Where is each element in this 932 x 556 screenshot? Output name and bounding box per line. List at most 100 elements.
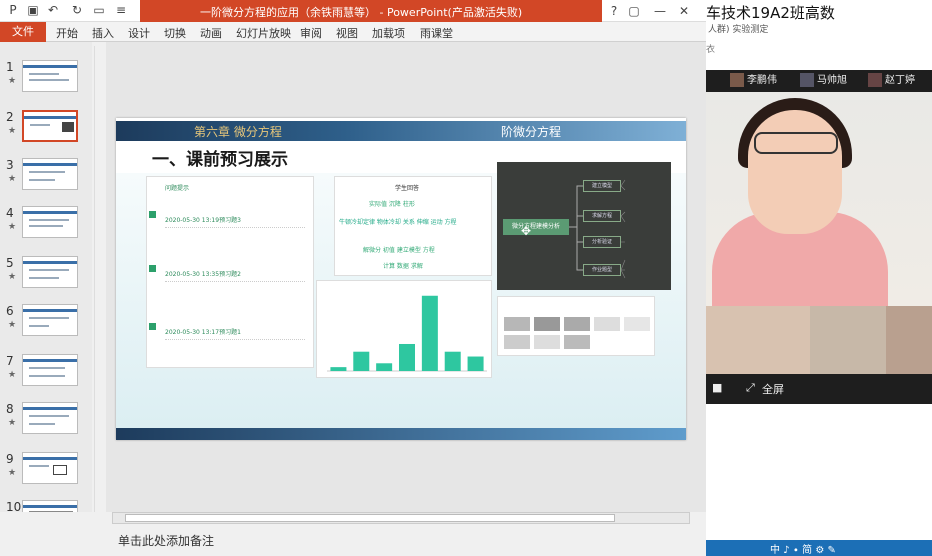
tab-slideshow[interactable]: 幻灯片放映 bbox=[236, 25, 291, 41]
thumbnail-image bbox=[22, 402, 78, 434]
avatar bbox=[868, 73, 882, 87]
star-icon: ★ bbox=[8, 174, 17, 184]
slide-edit-area: 第六章 微分方程 阶微分方程 一、课前预习展示 问题提示 2020-05-30 … bbox=[106, 42, 706, 512]
minimize-button[interactable]: — bbox=[650, 2, 670, 20]
question-detail bbox=[165, 281, 305, 301]
slide-number: 6 bbox=[6, 304, 14, 318]
slide-canvas[interactable]: 第六章 微分方程 阶微分方程 一、课前预习展示 问题提示 2020-05-30 … bbox=[116, 118, 686, 440]
tab-insert[interactable]: 插入 bbox=[92, 25, 114, 41]
teacher-video[interactable] bbox=[706, 92, 932, 306]
fullscreen-label[interactable]: 全屏 bbox=[762, 381, 784, 397]
chat-panel bbox=[706, 404, 932, 540]
slide-thumbnail-pane: 1★ 2★ 3★ 4★ 5★ 6★ 7★ 8★ 9★ 10★ bbox=[0, 42, 92, 542]
bar-chart bbox=[327, 295, 487, 372]
bar-2 bbox=[353, 351, 370, 371]
slide-number: 2 bbox=[6, 110, 14, 124]
ribbon-tabs: 文件 开始 插入 设计 切换 动画 幻灯片放映 审阅 视图 加载项 雨课堂 bbox=[0, 22, 706, 42]
question-item: 2020-05-30 13:19预习题3 bbox=[165, 217, 241, 224]
bar-7 bbox=[467, 356, 484, 371]
slide-thumbnail[interactable]: 5 ★ bbox=[4, 256, 92, 300]
star-icon: ★ bbox=[8, 370, 17, 380]
student-video[interactable] bbox=[810, 306, 886, 374]
tab-transitions[interactable]: 切换 bbox=[164, 25, 186, 41]
present-icon[interactable]: ▭ bbox=[92, 3, 106, 17]
help-button[interactable]: ? bbox=[604, 2, 624, 20]
slide-thumbnail[interactable]: 7 ★ bbox=[4, 354, 92, 398]
meeting-panel: 车技术19A2班高数 人群) 实验测定 衣 李鹏伟 马帅旭 赵丁婷 ■ ⤢ 全屏… bbox=[706, 0, 932, 556]
avatar bbox=[800, 73, 814, 87]
participant-name: 赵丁婷 bbox=[885, 75, 915, 86]
title-bar: P ▣ ↶ ↻ ▭ ≡ 一阶微分方程的应用（余铁雨慧等） - PowerPoin… bbox=[0, 0, 706, 22]
close-button[interactable]: ✕ bbox=[674, 2, 694, 20]
tab-rain-classroom[interactable]: 雨课堂 bbox=[420, 25, 453, 41]
tab-home[interactable]: 开始 bbox=[56, 25, 78, 41]
participant[interactable]: 赵丁婷 bbox=[868, 73, 915, 89]
slide-thumbnail[interactable]: 4 ★ bbox=[4, 206, 92, 250]
slide-thumbnail[interactable]: 6 ★ bbox=[4, 304, 92, 348]
answer-word: 实际值 沉降 柱形 bbox=[369, 201, 415, 208]
video-controls: ■ ⤢ 全屏 bbox=[706, 374, 932, 404]
answer-wordcloud: 学生回答 实际值 沉降 柱形 牛顿冷却定律 物体冷却 关系 伸缩 运动 方程 解… bbox=[334, 176, 492, 276]
ime-toolbar[interactable]: 中 ♪ ∙ 简 ⚙ ✎ bbox=[770, 541, 836, 556]
bar-5 bbox=[421, 295, 438, 371]
star-icon: ★ bbox=[8, 272, 17, 282]
bottom-area: 单击此处添加备注 bbox=[0, 512, 706, 556]
star-icon: ★ bbox=[8, 320, 17, 330]
answer-word: 牛顿冷却定律 物体冷却 关系 伸缩 运动 方程 bbox=[339, 219, 457, 226]
thumbnail-image bbox=[22, 256, 78, 288]
app-icon: P bbox=[9, 3, 17, 17]
slide-thumbnail[interactable]: 9 ★ bbox=[4, 452, 92, 496]
check-icon bbox=[149, 265, 156, 272]
fullscreen-icon[interactable]: ⤢ bbox=[746, 381, 755, 395]
bar-chart-card bbox=[316, 280, 492, 378]
avatar bbox=[730, 73, 744, 87]
photo-gallery bbox=[497, 296, 655, 356]
section-title: 阶微分方程 bbox=[501, 125, 562, 139]
question-card-header: 问题提示 bbox=[165, 185, 190, 192]
ribbon-display-button[interactable]: ▢ bbox=[624, 2, 644, 20]
participant-name: 马帅旭 bbox=[817, 75, 847, 86]
slide-number: 8 bbox=[6, 402, 14, 416]
tab-animations[interactable]: 动画 bbox=[200, 25, 222, 41]
slide-thumbnail[interactable]: 8 ★ bbox=[4, 402, 92, 446]
slide-heading: 一、课前预习展示 bbox=[152, 150, 288, 170]
question-card: 问题提示 2020-05-30 13:19预习题3 2020-05-30 13:… bbox=[146, 176, 314, 368]
check-icon bbox=[149, 323, 156, 330]
powerpoint-window: P ▣ ↶ ↻ ▭ ≡ 一阶微分方程的应用（余铁雨慧等） - PowerPoin… bbox=[0, 0, 706, 556]
star-icon: ★ bbox=[8, 76, 17, 86]
participant[interactable]: 马帅旭 bbox=[800, 73, 847, 89]
answer-word: 解微分 初值 建立模型 方程 bbox=[363, 247, 435, 254]
answer-header: 学生回答 bbox=[395, 185, 420, 192]
slide-thumbnail-selected[interactable]: 2 ★ bbox=[4, 110, 92, 154]
tab-view[interactable]: 视图 bbox=[336, 25, 358, 41]
notes-placeholder[interactable]: 单击此处添加备注 bbox=[118, 532, 214, 549]
question-item: 2020-05-30 13:35预习题2 bbox=[165, 271, 241, 278]
scroll-thumb[interactable] bbox=[125, 514, 615, 522]
undo-icon[interactable]: ↶ bbox=[46, 3, 60, 17]
slide-thumbnail[interactable]: 3 ★ bbox=[4, 158, 92, 202]
save-icon[interactable]: ▣ bbox=[26, 3, 40, 17]
star-icon: ★ bbox=[8, 222, 17, 232]
class-tag: 衣 bbox=[706, 45, 716, 55]
thumbnail-image bbox=[22, 110, 78, 142]
student-videos bbox=[706, 306, 932, 374]
participant-bar: 李鹏伟 马帅旭 赵丁婷 bbox=[706, 70, 932, 92]
file-tab[interactable]: 文件 bbox=[0, 22, 46, 42]
redo-icon[interactable]: ↻ bbox=[70, 3, 84, 17]
tab-design[interactable]: 设计 bbox=[128, 25, 150, 41]
cursor-icon: ✥ bbox=[521, 224, 532, 238]
thumbnail-scrollbar[interactable] bbox=[94, 46, 106, 532]
slide-thumbnail[interactable]: 1 ★ bbox=[4, 60, 92, 104]
tab-review[interactable]: 审阅 bbox=[300, 25, 322, 41]
student-video[interactable] bbox=[886, 306, 932, 374]
window-title: 一阶微分方程的应用（余铁雨慧等） - PowerPoint(产品激活失败) bbox=[200, 6, 523, 19]
slide-number: 9 bbox=[6, 452, 14, 466]
camera-icon[interactable]: ■ bbox=[712, 381, 722, 394]
more-icon[interactable]: ≡ bbox=[114, 3, 128, 17]
horizontal-scrollbar[interactable] bbox=[112, 512, 690, 524]
thumbnail-image bbox=[22, 206, 78, 238]
tab-addins[interactable]: 加载项 bbox=[372, 25, 405, 41]
participant[interactable]: 李鹏伟 bbox=[730, 73, 777, 89]
class-subtitle: 人群) 实验测定 bbox=[708, 25, 769, 35]
student-video[interactable] bbox=[706, 306, 810, 374]
